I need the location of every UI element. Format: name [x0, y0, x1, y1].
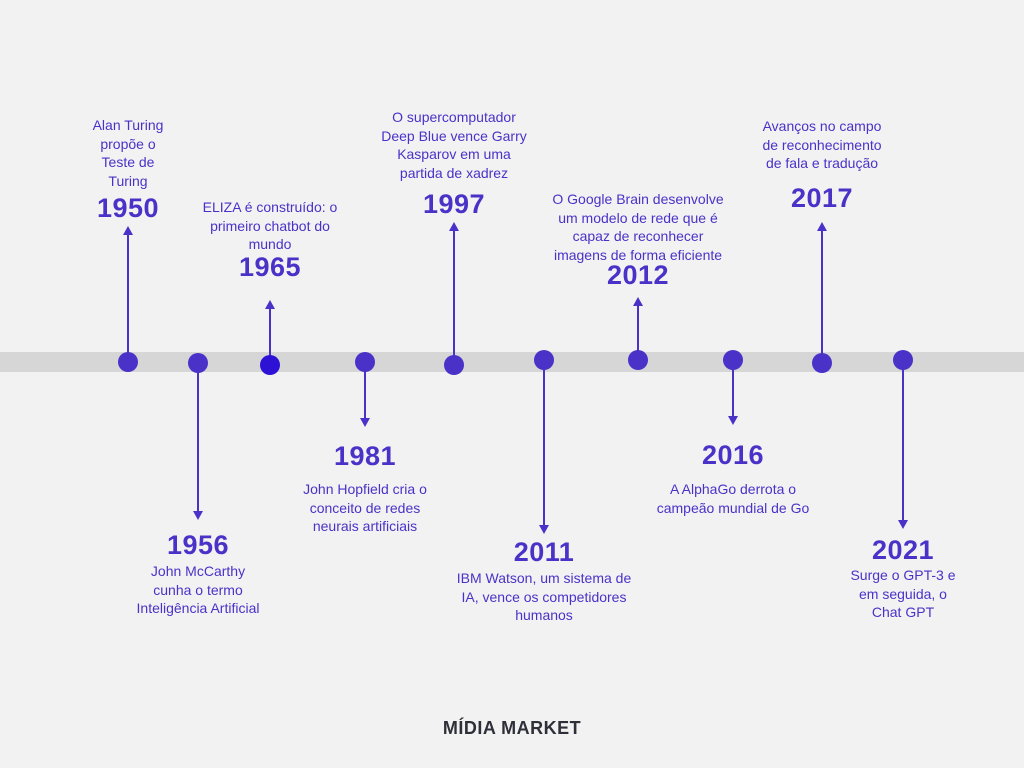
timeline: MÍDIA MARKET 1950 Alan Turing propõe o Test…: [0, 0, 1024, 768]
arrow-stem-2017: [821, 230, 823, 363]
timeline-dot-1997: [444, 355, 464, 375]
arrow-up-icon: [123, 226, 133, 235]
event-description-2021: Surge o GPT-3 e em seguida, o Chat GPT: [850, 567, 956, 620]
timeline-dot-2011: [534, 350, 554, 370]
event-description-1981: John Hopfield cria o conceito de redes neu…: [303, 481, 427, 534]
arrow-down-icon: [898, 520, 908, 529]
event-description-1965: ELIZA é construído: o primeiro chatbot do…: [202, 199, 338, 252]
arrow-up-icon: [449, 222, 459, 231]
timeline-dot-2016: [723, 350, 743, 370]
brand-logo: MÍDIA MARKET: [442, 718, 582, 738]
arrow-down-icon: [728, 416, 738, 425]
year-label-1956: 1956: [166, 530, 230, 560]
arrow-down-icon: [360, 418, 370, 427]
year-label-2021: 2021: [871, 535, 935, 565]
timeline-dot-1981: [355, 352, 375, 372]
timeline-dot-1950: [118, 352, 138, 372]
year-label-1965: 1965: [238, 252, 302, 282]
event-description-1956: John McCarthy cunha o termo Inteligência A…: [136, 563, 260, 616]
year-label-2016: 2016: [701, 440, 765, 470]
arrow-up-icon: [817, 222, 827, 231]
year-label-2017: 2017: [790, 183, 854, 213]
arrow-stem-2021: [902, 360, 904, 520]
arrow-up-icon: [265, 300, 275, 309]
arrow-down-icon: [539, 525, 549, 534]
timeline-dot-2017: [812, 353, 832, 373]
arrow-up-icon: [633, 297, 643, 306]
year-label-1981: 1981: [333, 441, 397, 471]
timeline-dot-1956: [188, 353, 208, 373]
arrow-stem-1950: [127, 234, 129, 362]
arrow-stem-1997: [453, 230, 455, 365]
year-label-2012: 2012: [606, 260, 670, 290]
arrow-stem-2011: [543, 360, 545, 525]
year-label-1950: 1950: [96, 193, 160, 223]
event-description-2011: IBM Watson, um sistema de IA, vence os co…: [456, 570, 632, 623]
event-description-2016: A AlphaGo derrota o campeão mundial de Go: [656, 481, 810, 516]
event-description-2017: Avanços no campo de reconhecimento de fala…: [762, 118, 882, 171]
event-description-2012: O Google Brain desenvolve um modelo de re…: [552, 191, 724, 263]
event-description-1997: O supercomputador Deep Blue vence Garry Ka…: [381, 109, 527, 181]
timeline-dot-1965: [260, 355, 280, 375]
event-description-1950: Alan Turing propõe o Teste de Turing: [92, 117, 164, 189]
arrow-down-icon: [193, 511, 203, 520]
arrow-stem-1956: [197, 363, 199, 511]
timeline-axis: [0, 352, 1024, 372]
timeline-dot-2012: [628, 350, 648, 370]
year-label-1997: 1997: [422, 189, 486, 219]
timeline-dot-2021: [893, 350, 913, 370]
year-label-2011: 2011: [513, 537, 575, 567]
